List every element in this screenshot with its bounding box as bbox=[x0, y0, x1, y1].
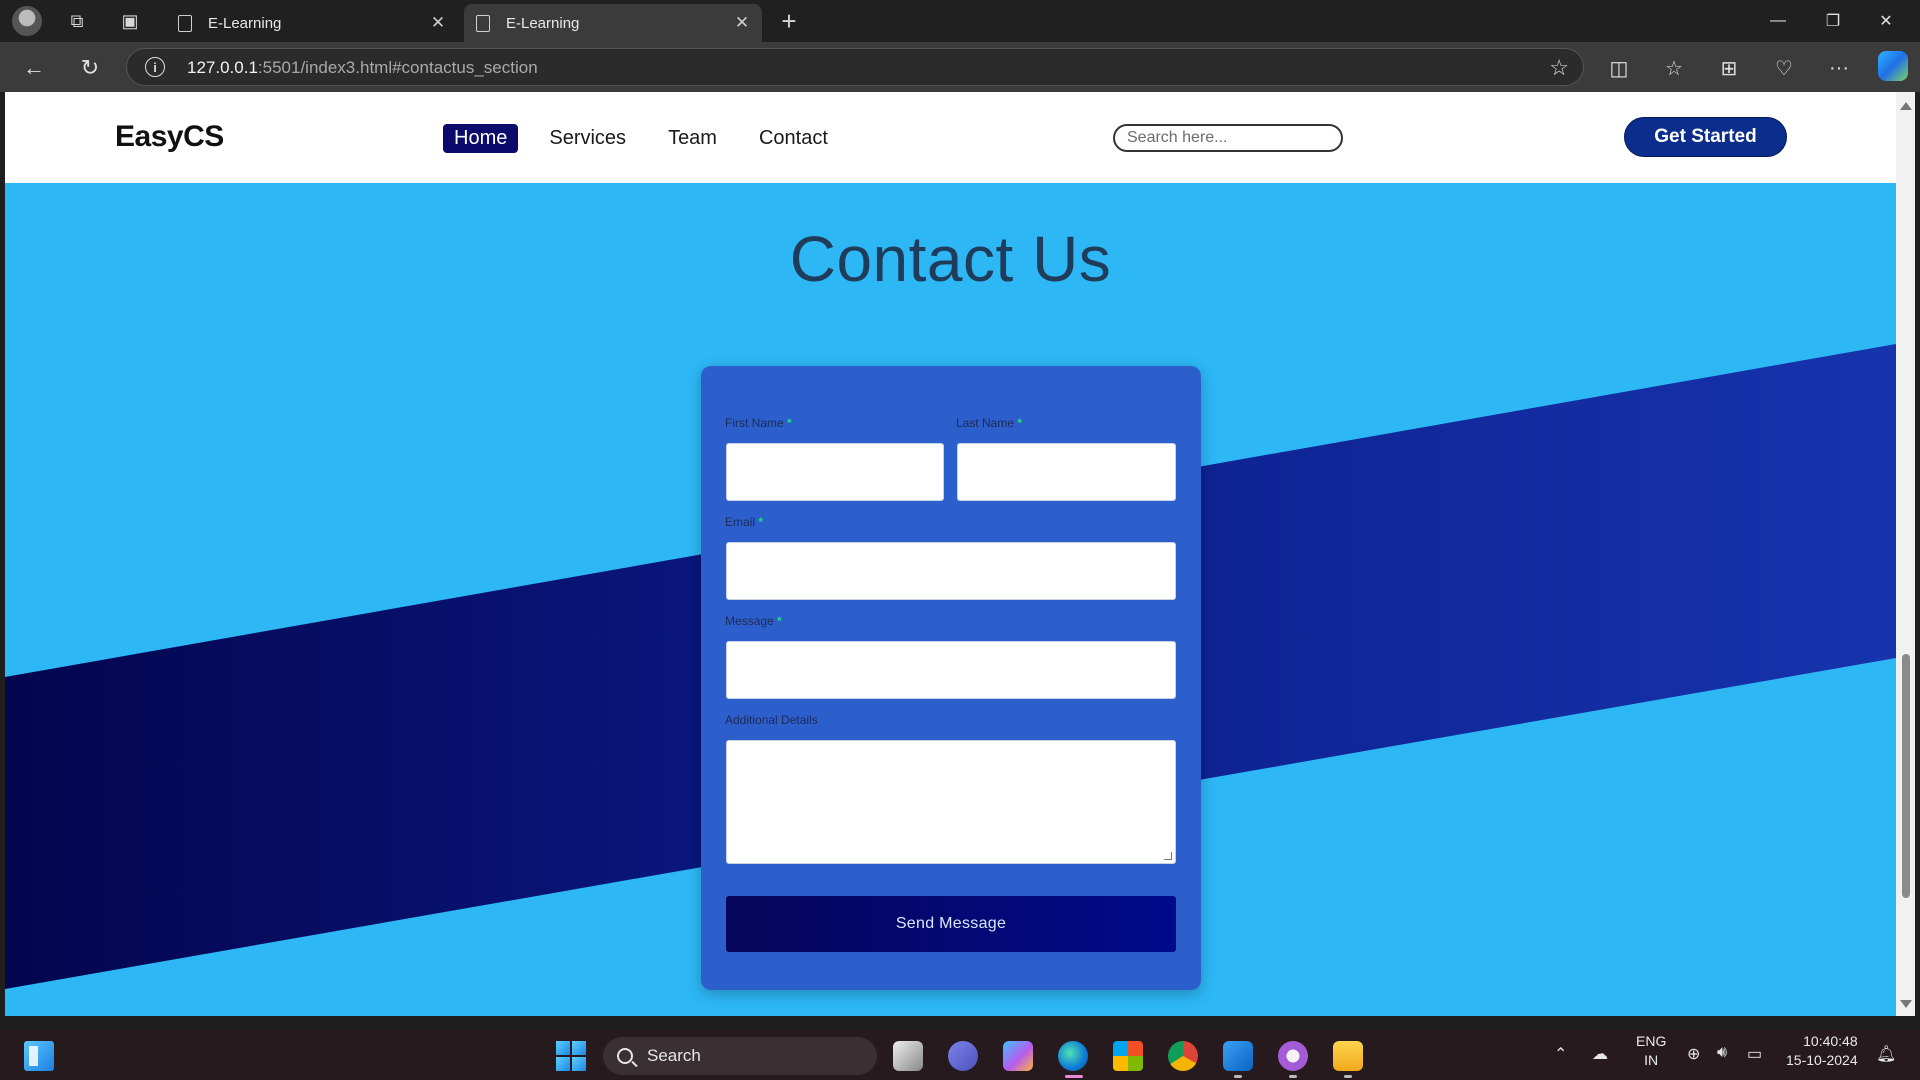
browser-essentials-icon[interactable]: ♡ bbox=[1768, 52, 1800, 84]
taskbar-search-label: Search bbox=[647, 1046, 701, 1065]
store-icon[interactable] bbox=[1113, 1041, 1143, 1071]
favorites-icon[interactable]: ☆ bbox=[1658, 52, 1690, 84]
site-header: EasyCS Home Services Team Contact Get St… bbox=[5, 92, 1896, 183]
scroll-up-icon[interactable] bbox=[1900, 102, 1912, 110]
chevron-up-icon[interactable]: ⌃ bbox=[1554, 1044, 1567, 1064]
onedrive-icon[interactable]: ☁ bbox=[1592, 1044, 1608, 1064]
chrome-icon[interactable] bbox=[1168, 1041, 1198, 1071]
email-field[interactable] bbox=[726, 542, 1176, 600]
language-code: ENG bbox=[1636, 1033, 1667, 1049]
volume-icon[interactable]: 🔊︎ bbox=[1717, 1044, 1727, 1062]
contact-heading: Contact Us bbox=[789, 223, 1112, 295]
send-message-button[interactable]: Send Message bbox=[726, 896, 1176, 952]
edge-icon[interactable] bbox=[1058, 1041, 1088, 1071]
page-scrollbar[interactable] bbox=[1896, 92, 1915, 1016]
page-viewport: EasyCS Home Services Team Contact Get St… bbox=[5, 92, 1896, 1016]
split-screen-icon[interactable]: ◫ bbox=[1603, 52, 1635, 84]
workspaces-icon[interactable]: ⧉ bbox=[64, 8, 90, 34]
nav-team[interactable]: Team bbox=[657, 124, 728, 153]
additional-details-textarea[interactable] bbox=[726, 740, 1176, 864]
last-name-field[interactable] bbox=[957, 443, 1176, 501]
clock-date: 15-10-2024 bbox=[1786, 1052, 1858, 1068]
widgets-icon[interactable] bbox=[24, 1041, 54, 1071]
media-player-running-indicator bbox=[1289, 1075, 1297, 1078]
teams-icon[interactable] bbox=[948, 1041, 978, 1071]
region-code: IN bbox=[1644, 1052, 1659, 1068]
main-nav: Home Services Team Contact bbox=[443, 124, 839, 153]
reload-icon[interactable]: ↻ bbox=[74, 52, 106, 84]
first-name-field[interactable] bbox=[726, 443, 944, 501]
copilot-app-icon[interactable] bbox=[1003, 1041, 1033, 1071]
task-view-icon[interactable] bbox=[893, 1041, 923, 1071]
required-mark: * bbox=[1017, 416, 1023, 430]
vscode-running-indicator bbox=[1234, 1075, 1242, 1078]
media-player-icon[interactable] bbox=[1278, 1041, 1308, 1071]
close-tab-icon[interactable]: ✕ bbox=[730, 13, 754, 33]
battery-icon[interactable]: ▭ bbox=[1747, 1044, 1762, 1064]
notification-bell-icon[interactable]: 🔔︎ bbox=[1876, 1044, 1896, 1064]
contact-form: First Name * Last Name * Email * Message… bbox=[701, 366, 1201, 990]
page-icon bbox=[476, 14, 490, 32]
tab-title: E-Learning bbox=[208, 14, 282, 32]
resize-handle-icon[interactable] bbox=[1164, 852, 1172, 860]
back-icon[interactable]: ← bbox=[18, 52, 50, 84]
file-explorer-icon[interactable] bbox=[1333, 1041, 1363, 1071]
get-started-button[interactable]: Get Started bbox=[1624, 117, 1787, 157]
edge-active-indicator bbox=[1065, 1075, 1083, 1078]
address-bar[interactable]: i 127.0.0.1:5501/index3.html#contactus_s… bbox=[126, 48, 1584, 86]
system-clock[interactable]: 10:40:48 15-10-2024 bbox=[1786, 1032, 1858, 1070]
tab-actions-icon[interactable]: ▣ bbox=[117, 8, 143, 34]
windows-taskbar: Search ⌃ ☁ ⊕ 🔊︎ ▭ 🔔︎ bbox=[0, 1030, 1920, 1080]
network-icon[interactable]: ⊕ bbox=[1687, 1044, 1700, 1064]
required-mark: * bbox=[787, 416, 792, 430]
new-tab-icon[interactable]: + bbox=[776, 6, 802, 36]
profile-avatar[interactable] bbox=[12, 6, 42, 36]
nav-home[interactable]: Home bbox=[443, 124, 519, 153]
close-window-icon[interactable]: ✕ bbox=[1866, 8, 1906, 34]
vscode-icon[interactable] bbox=[1223, 1041, 1253, 1071]
additional-details-label: Additional Details bbox=[725, 713, 818, 727]
site-logo[interactable]: EasyCS bbox=[115, 120, 224, 154]
page-icon bbox=[178, 14, 192, 32]
minimize-icon[interactable]: — bbox=[1758, 8, 1798, 34]
url-path: :5501/index3.html#contactus_section bbox=[257, 58, 538, 77]
close-tab-icon[interactable]: ✕ bbox=[426, 13, 450, 33]
required-mark: * bbox=[777, 614, 782, 628]
favorite-star-icon[interactable]: ☆ bbox=[1549, 55, 1569, 81]
scroll-down-icon[interactable] bbox=[1900, 1000, 1912, 1008]
url-text: 127.0.0.1:5501/index3.html#contactus_sec… bbox=[187, 58, 538, 78]
search-icon bbox=[617, 1048, 633, 1064]
restore-icon[interactable]: ❐ bbox=[1813, 8, 1853, 34]
url-host: 127.0.0.1 bbox=[187, 58, 258, 77]
site-search-input[interactable] bbox=[1113, 124, 1343, 152]
start-icon[interactable] bbox=[556, 1041, 586, 1071]
first-name-label: First Name * bbox=[725, 416, 792, 430]
browser-titlebar: ⧉ ▣ E-Learning ✕ E-Learning ✕ + — ❐ ✕ bbox=[0, 0, 1920, 42]
nav-contact[interactable]: Contact bbox=[748, 124, 839, 153]
scrollbar-thumb[interactable] bbox=[1902, 654, 1910, 898]
message-field[interactable] bbox=[726, 641, 1176, 699]
copilot-icon[interactable] bbox=[1878, 51, 1908, 81]
file-explorer-running-indicator bbox=[1344, 1075, 1352, 1078]
more-menu-icon[interactable]: ··· bbox=[1823, 52, 1855, 84]
tab-2[interactable]: E-Learning ✕ bbox=[464, 4, 762, 42]
language-indicator[interactable]: ENG IN bbox=[1636, 1032, 1666, 1070]
required-mark: * bbox=[758, 515, 764, 529]
tab-title: E-Learning bbox=[506, 14, 580, 32]
message-label: Message * bbox=[725, 614, 782, 628]
nav-services[interactable]: Services bbox=[538, 124, 637, 153]
tab-1[interactable]: E-Learning ✕ bbox=[166, 4, 458, 42]
clock-time: 10:40:48 bbox=[1803, 1033, 1858, 1049]
email-label: Email * bbox=[725, 515, 764, 529]
last-name-label: Last Name * bbox=[956, 416, 1023, 430]
collections-icon[interactable]: ⊞ bbox=[1713, 52, 1745, 84]
site-info-icon[interactable]: i bbox=[145, 57, 165, 77]
browser-toolbar: ← ↻ i 127.0.0.1:5501/index3.html#contact… bbox=[0, 42, 1920, 92]
taskbar-search[interactable]: Search bbox=[603, 1037, 877, 1075]
